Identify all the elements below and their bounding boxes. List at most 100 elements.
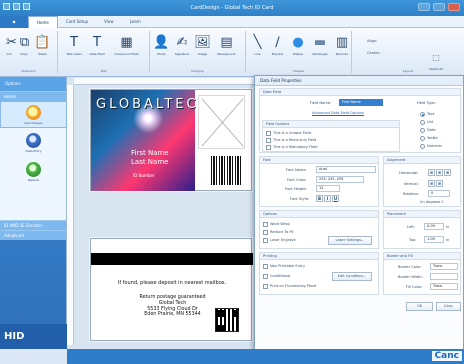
sidebar-section-home[interactable]: Home <box>0 91 66 101</box>
laser-engrave-checkbox[interactable] <box>263 238 268 243</box>
left-position-input[interactable]: 0.09 <box>424 223 444 230</box>
align-middle-button[interactable]: ≡ <box>436 180 443 187</box>
undo-icon[interactable] <box>13 3 20 10</box>
sidebar-item-card-design[interactable]: Card Design <box>0 101 67 128</box>
sidebar-section-advanced[interactable]: Advanced <box>0 230 66 240</box>
alignment-section: Alignment Horizontal: ≡ ≡ ≡ Vertical: ≡ … <box>383 156 461 207</box>
application-window: CardDesign - Global Tech ID Card ◆ Home … <box>0 0 464 364</box>
fluorescing-panel-checkbox[interactable] <box>263 284 268 289</box>
company-logo-text: GLOBALTECH <box>96 97 212 112</box>
placement-section: Placement Left: 0.09 in Top: 1.00 in <box>383 210 461 249</box>
printing-section: Printing Non Printable Entry Conditional… <box>259 252 379 295</box>
data-field-button[interactable]: T Data Field <box>86 35 108 56</box>
unique-field-checkbox[interactable] <box>266 131 271 136</box>
advanced-options-link[interactable]: Advanced Data Field Options <box>312 111 364 115</box>
barcode-button[interactable]: ▥ Barcode <box>333 35 351 56</box>
compound-field-button[interactable]: ▦ Compound Field <box>114 35 139 56</box>
font-height-select[interactable]: 12 <box>316 185 340 192</box>
dialog-title: Data Field Properties <box>255 76 463 86</box>
sidebar-item-data-entry[interactable]: Data Entry <box>0 130 67 157</box>
card-back-preview[interactable]: If found, please deposit in nearest mail… <box>90 238 253 341</box>
background-button[interactable]: ▤ Background <box>213 35 240 56</box>
photo-placeholder[interactable] <box>198 95 245 149</box>
card-front-preview[interactable]: GLOBALTECH First Name Last Name ID Numbe… <box>90 89 252 191</box>
paste-button[interactable]: 📋 Paste <box>34 35 50 56</box>
border-width-select[interactable] <box>430 273 458 280</box>
edit-condition-button[interactable]: Edit Condition... <box>332 272 372 281</box>
copy-button[interactable]: ⧉ Copy <box>17 35 31 56</box>
reduce-to-fit-checkbox[interactable] <box>263 230 268 235</box>
polyline-button[interactable]: ∕ Polyline <box>268 35 287 56</box>
font-color-picker[interactable]: 255, 255, 255 <box>316 176 364 183</box>
select-all-button[interactable]: ⬚ Select All <box>422 50 450 71</box>
border-color-picker[interactable]: Trans <box>430 263 458 270</box>
return-instruction-text[interactable]: If found, please deposit in nearest mail… <box>91 280 253 286</box>
rotation-input[interactable]: 0 <box>428 190 450 197</box>
maximize-button[interactable] <box>433 3 445 11</box>
ellipse-button[interactable]: ● Ellipse <box>289 35 307 56</box>
top-position-input[interactable]: 1.00 <box>424 236 444 243</box>
save-icon[interactable] <box>3 3 10 10</box>
non-printable-checkbox[interactable] <box>263 264 268 269</box>
data-entry-icon <box>26 133 41 148</box>
cut-button[interactable]: ✂ Cut <box>4 35 17 56</box>
field-type-yesno-radio[interactable] <box>420 136 425 141</box>
align-left-button[interactable]: ≡ <box>428 169 435 176</box>
field-type-numeric-radio[interactable] <box>420 144 425 149</box>
sidebar-item-reports[interactable]: Reports <box>0 159 67 186</box>
field-name-input[interactable]: First Name <box>339 99 383 106</box>
vertical-ruler <box>67 85 74 345</box>
id-number-field[interactable]: ID Number <box>133 173 155 178</box>
font-section: Font Font Name: Arial Font Color: 255, 2… <box>259 156 379 207</box>
mandatory-field-checkbox[interactable] <box>266 145 271 150</box>
card-design-icon <box>26 105 41 120</box>
signature-button[interactable]: ✍ Signature <box>171 35 193 56</box>
barcode-icon: ▥ <box>335 35 349 50</box>
minimize-button[interactable] <box>418 3 430 11</box>
field-type-list-radio[interactable] <box>420 120 425 125</box>
photo-button[interactable]: 👤 Photo <box>153 35 170 56</box>
underline-button[interactable]: U <box>332 195 339 202</box>
tab-card-setup[interactable]: Card Setup <box>58 16 96 28</box>
rectangle-button[interactable]: ▬ Rectangle <box>309 35 331 56</box>
image-button[interactable]: 🖼 Image <box>194 35 211 56</box>
qr-code-placeholder[interactable] <box>215 308 239 332</box>
font-name-select[interactable]: Arial <box>316 166 376 173</box>
italic-button[interactable]: I <box>324 195 331 202</box>
fill-color-picker[interactable]: Trans <box>430 283 458 290</box>
tab-home[interactable]: Home <box>28 16 58 28</box>
barcode-placeholder[interactable] <box>211 156 243 185</box>
photo-icon: 👤 <box>153 35 170 50</box>
align-top-button[interactable]: ≡ <box>428 180 435 187</box>
ellipse-icon: ● <box>292 35 304 50</box>
field-type-date-radio[interactable] <box>420 128 425 133</box>
readonly-field-checkbox[interactable] <box>266 138 271 143</box>
word-wrap-checkbox[interactable] <box>263 222 268 227</box>
cancel-button[interactable]: Canc <box>436 302 461 311</box>
close-button[interactable] <box>448 3 460 11</box>
ok-button[interactable]: OK <box>406 302 433 311</box>
application-menu-button[interactable]: ◆ <box>0 16 28 28</box>
redo-icon[interactable] <box>23 3 30 10</box>
first-name-field[interactable]: First Name <box>131 149 169 157</box>
align-right-button[interactable]: ≡ <box>444 169 451 176</box>
layout-group: Align: Center: ⬚ Select All Layout <box>352 31 464 73</box>
tab-view[interactable]: View <box>96 16 122 28</box>
sidebar-section-encoder[interactable]: ID AND SE Encoder <box>0 220 66 230</box>
align-center-button[interactable]: ≡ <box>436 169 443 176</box>
last-name-field[interactable]: Last Name <box>131 158 168 166</box>
laser-settings-button[interactable]: Laser Settings... <box>328 236 372 245</box>
bold-button[interactable]: B <box>316 195 323 202</box>
tab-learn[interactable]: Learn <box>122 16 149 28</box>
data-field-section: Data Field Field Name: First Name Advanc… <box>259 88 461 153</box>
conditional-checkbox[interactable] <box>263 274 268 279</box>
window-title: CardDesign - Global Tech ID Card <box>190 5 274 11</box>
text-label-button[interactable]: T Text Label <box>64 35 84 56</box>
line-button[interactable]: ╲ Line <box>250 35 265 56</box>
select-all-icon: ⬚ <box>432 53 440 62</box>
field-type-text-radio[interactable] <box>420 112 425 117</box>
polyline-icon: ∕ <box>275 35 280 50</box>
text-label-icon: T <box>70 35 78 50</box>
return-address-block[interactable]: Return postage guaranteed Global Tech 55… <box>131 295 214 318</box>
horizontal-ruler <box>74 78 258 85</box>
